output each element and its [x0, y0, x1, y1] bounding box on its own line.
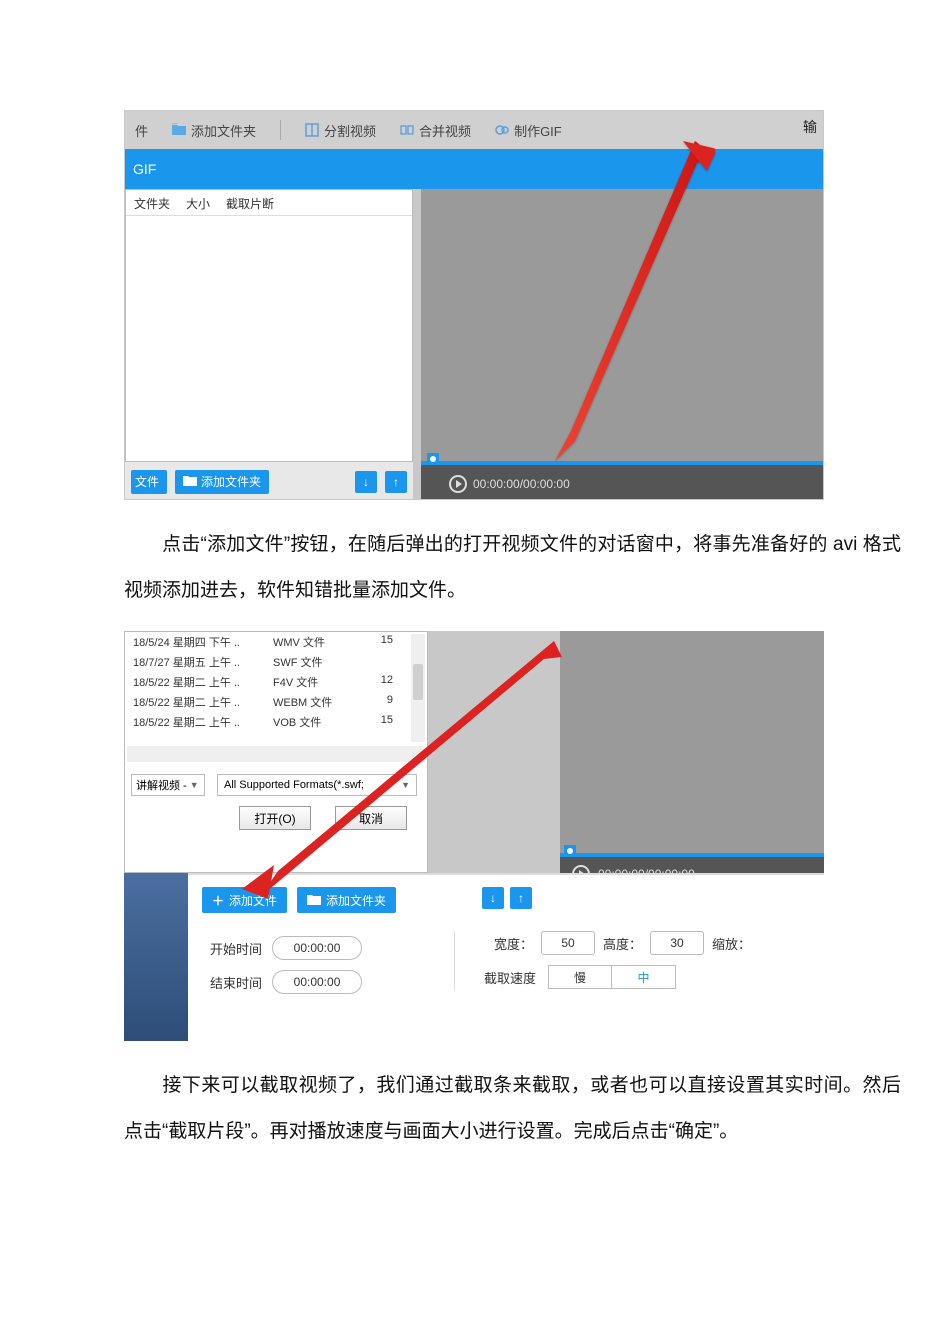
gif-tab[interactable]: GIF	[133, 161, 156, 177]
paragraph-1-text: 点击“添加文件”按钮，在随后弹出的打开视频文件的对话窗中，将事先准备好的 avi…	[124, 534, 901, 601]
file-list: 文件夹 大小 截取片断	[125, 189, 413, 462]
add-folder-button-small[interactable]: 添加文件夹	[175, 470, 269, 494]
add-file-suffix: 文件	[135, 473, 159, 490]
scale-label: 缩放：	[712, 934, 751, 953]
col-folder: 文件夹	[126, 190, 178, 215]
folder-icon	[183, 474, 197, 489]
add-file-button-small[interactable]: 文件	[131, 470, 167, 494]
screenshot-1: 件 添加文件夹 分割视频 合并视频	[124, 110, 824, 500]
merge-icon	[400, 123, 414, 137]
chevron-down-icon: ▼	[190, 780, 199, 790]
plus-icon: ＋	[212, 892, 224, 909]
add-folder-button[interactable]: 添加文件夹	[172, 121, 256, 140]
merge-video-button[interactable]: 合并视频	[400, 121, 471, 140]
move-up-button[interactable]: ↑	[385, 471, 407, 493]
play-icon[interactable]	[449, 475, 467, 493]
width-input[interactable]: 50	[541, 931, 595, 955]
thumbnail-strip	[124, 873, 188, 1041]
annotation-arrow-icon	[425, 141, 715, 476]
start-time-label: 开始时间	[210, 939, 262, 958]
screenshot-2: 18/5/24 星期四 下午 ..WMV 文件15 18/7/27 星期五 上午…	[124, 631, 824, 1041]
split-video-button[interactable]: 分割视频	[305, 121, 376, 140]
make-gif-button[interactable]: 制作GIF	[495, 121, 562, 140]
col-clip: 截取片断	[218, 190, 282, 215]
add-folder-label-small: 添加文件夹	[201, 473, 261, 490]
separator	[280, 120, 281, 140]
annotation-arrow-icon	[224, 641, 564, 906]
paragraph-2: 接下来可以截取视频了，我们通过截取条来截取，或者也可以直接设置其实时间。然后点击…	[124, 1063, 901, 1154]
merge-label: 合并视频	[419, 121, 471, 140]
output-label: 输	[803, 117, 817, 137]
split-label: 分割视频	[324, 121, 376, 140]
width-label: 宽度：	[494, 934, 533, 953]
folder-icon	[172, 123, 186, 137]
preview-area	[560, 631, 824, 853]
paragraph-1: 点击“添加文件”按钮，在随后弹出的打开视频文件的对话窗中，将事先准备好的 avi…	[124, 522, 901, 613]
speed-row: 截取速度 慢 中	[484, 965, 676, 989]
speed-slow[interactable]: 慢	[548, 965, 612, 989]
col-size: 大小	[178, 190, 218, 215]
toolbar-file-suffix[interactable]: 件	[135, 121, 148, 140]
end-time-label: 结束时间	[210, 973, 262, 992]
paragraph-2-text: 接下来可以截取视频了，我们通过截取条来截取，或者也可以直接设置其实时间。然后点击…	[124, 1075, 901, 1142]
speed-label: 截取速度	[484, 968, 536, 987]
speed-segmented[interactable]: 慢 中	[548, 965, 676, 989]
move-down-button[interactable]: ↓	[355, 471, 377, 493]
list-bottom-bar: 文件 添加文件夹 ↓ ↑	[125, 462, 413, 500]
timestamp: 00:00:00/00:00:00	[473, 477, 570, 491]
filename-field[interactable]: 讲解视频 -▼	[131, 774, 205, 796]
play-controls: 00:00:00/00:00:00	[449, 475, 570, 493]
speed-mid[interactable]: 中	[612, 965, 676, 989]
gif-label: 制作GIF	[514, 121, 562, 140]
add-folder-label: 添加文件夹	[191, 121, 256, 140]
gif-icon	[495, 123, 509, 137]
start-time-input[interactable]: 00:00:00	[272, 936, 362, 960]
filename-label: 讲解视频 -	[136, 777, 187, 793]
height-input[interactable]: 30	[650, 931, 704, 955]
end-time-input[interactable]: 00:00:00	[272, 970, 362, 994]
split-icon	[305, 123, 319, 137]
height-label: 高度：	[603, 934, 642, 953]
dimension-row: 宽度： 50 高度： 30 缩放：	[494, 931, 751, 955]
list-header: 文件夹 大小 截取片断	[126, 190, 412, 216]
